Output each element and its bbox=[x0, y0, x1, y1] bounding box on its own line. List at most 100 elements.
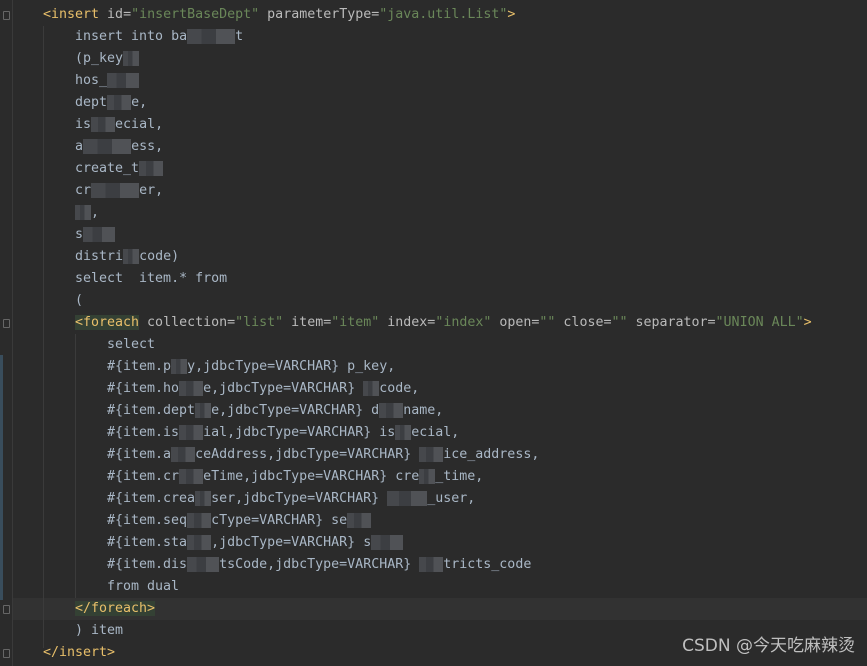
code-text: #{item.cr bbox=[107, 469, 180, 484]
code-text: code, bbox=[379, 381, 420, 396]
code-text: _user, bbox=[427, 491, 476, 506]
code-line[interactable]: a ess, bbox=[75, 136, 163, 158]
code-text: #{item.ho bbox=[107, 381, 180, 396]
code-line[interactable]: select bbox=[107, 334, 155, 356]
attribute-value: "UNION ALL" bbox=[715, 315, 804, 330]
redacted-text bbox=[195, 403, 212, 418]
redacted-text bbox=[83, 139, 132, 154]
redacted-text bbox=[123, 249, 140, 264]
code-line[interactable]: dept e, bbox=[75, 92, 147, 114]
code-line[interactable]: <insert id="insertBaseDept" parameterTyp… bbox=[43, 4, 515, 26]
redacted-text bbox=[419, 557, 444, 572]
code-text: ecial, bbox=[115, 117, 164, 132]
code-text: #{item.dis bbox=[107, 557, 188, 572]
redacted-text bbox=[91, 117, 116, 132]
redacted-text bbox=[363, 381, 380, 396]
redacted-text bbox=[107, 95, 132, 110]
code-text: ial,jdbcType=VARCHAR} is bbox=[203, 425, 396, 440]
code-text: insert into ba bbox=[75, 29, 188, 44]
code-text: ,jdbcType=VARCHAR} s bbox=[211, 535, 372, 550]
redacted-text bbox=[123, 51, 140, 66]
xml-attribute: parameterType= bbox=[259, 7, 380, 22]
code-text: select bbox=[107, 337, 156, 352]
code-line[interactable]: is ecial, bbox=[75, 114, 163, 136]
xml-attribute: id= bbox=[99, 7, 132, 22]
code-text: tricts_code bbox=[443, 557, 532, 572]
code-line[interactable]: select item.* from bbox=[75, 268, 227, 290]
code-line[interactable]: cr er, bbox=[75, 180, 163, 202]
code-line[interactable]: #{item.is ial,jdbcType=VARCHAR} is ecial… bbox=[107, 422, 459, 444]
code-line[interactable]: hos_ bbox=[75, 70, 140, 92]
redacted-text bbox=[107, 73, 140, 88]
xml-attribute: index= bbox=[379, 315, 436, 330]
xml-tag: <foreach bbox=[75, 315, 140, 330]
code-text: ceAddress,jdbcType=VARCHAR} bbox=[195, 447, 420, 462]
code-text: e,jdbcType=VARCHAR} d bbox=[211, 403, 380, 418]
code-line[interactable]: </foreach> bbox=[75, 598, 156, 620]
code-text: cType=VARCHAR} se bbox=[211, 513, 348, 528]
code-line[interactable]: s bbox=[75, 224, 116, 246]
redacted-text bbox=[187, 535, 212, 550]
redacted-text bbox=[419, 447, 444, 462]
xml-tag: </insert> bbox=[43, 645, 116, 660]
attribute-value: "" bbox=[611, 315, 628, 330]
code-line[interactable]: #{item.dis tsCode,jdbcType=VARCHAR} tric… bbox=[107, 554, 531, 576]
code-text: select item.* from bbox=[75, 271, 228, 286]
fold-collapse-icon[interactable] bbox=[3, 319, 10, 328]
indent-guide bbox=[75, 334, 76, 598]
redacted-text bbox=[387, 491, 428, 506]
code-text: cr bbox=[75, 183, 92, 198]
code-line[interactable]: , bbox=[75, 202, 99, 224]
fold-collapse-icon[interactable] bbox=[3, 11, 10, 20]
code-text: _time, bbox=[435, 469, 484, 484]
code-line[interactable]: #{item.crea ser,jdbcType=VARCHAR} _user, bbox=[107, 488, 475, 510]
redacted-text bbox=[195, 491, 212, 506]
redacted-text bbox=[171, 359, 188, 374]
code-text: #{item.seq bbox=[107, 513, 188, 528]
redacted-text bbox=[371, 535, 404, 550]
code-text: tsCode,jdbcType=VARCHAR} bbox=[219, 557, 420, 572]
code-line[interactable]: (p_key bbox=[75, 48, 140, 70]
fold-end-icon[interactable] bbox=[3, 605, 10, 614]
code-line[interactable]: #{item.a ceAddress,jdbcType=VARCHAR} ice… bbox=[107, 444, 539, 466]
code-line[interactable]: distri code) bbox=[75, 246, 179, 268]
xml-tag: </foreach> bbox=[75, 601, 156, 616]
code-line[interactable]: ( bbox=[75, 290, 83, 312]
code-line[interactable]: #{item.sta ,jdbcType=VARCHAR} s bbox=[107, 532, 404, 554]
code-text: eTime,jdbcType=VARCHAR} cre bbox=[203, 469, 420, 484]
fold-end-icon[interactable] bbox=[3, 649, 10, 658]
code-text: code) bbox=[139, 249, 180, 264]
redacted-text bbox=[379, 403, 404, 418]
code-line[interactable]: #{item.p y,jdbcType=VARCHAR} p_key, bbox=[107, 356, 395, 378]
redacted-text bbox=[187, 557, 220, 572]
code-text: #{item.crea bbox=[107, 491, 196, 506]
code-line[interactable]: ) item bbox=[75, 620, 123, 642]
code-text: e,jdbcType=VARCHAR} bbox=[203, 381, 364, 396]
code-text: er, bbox=[139, 183, 164, 198]
code-text: hos_ bbox=[75, 73, 108, 88]
code-text: ess, bbox=[131, 139, 164, 154]
code-text: create_t bbox=[75, 161, 140, 176]
code-text: #{item.a bbox=[107, 447, 172, 462]
code-line[interactable]: #{item.seq cType=VARCHAR} se bbox=[107, 510, 372, 532]
code-line[interactable]: insert into ba t bbox=[75, 26, 243, 48]
code-line[interactable]: create_t bbox=[75, 158, 164, 180]
code-text: t bbox=[235, 29, 244, 44]
redacted-text bbox=[347, 513, 372, 528]
code-text: y,jdbcType=VARCHAR} p_key, bbox=[187, 359, 396, 374]
code-line[interactable]: </insert> bbox=[43, 642, 115, 664]
redacted-text bbox=[75, 205, 92, 220]
vcs-change-marker[interactable] bbox=[0, 355, 3, 600]
xml-attribute: separator= bbox=[627, 315, 716, 330]
code-line[interactable]: <foreach collection="list" item="item" i… bbox=[75, 312, 812, 334]
code-line[interactable]: #{item.cr eTime,jdbcType=VARCHAR} cre _t… bbox=[107, 466, 483, 488]
attribute-value: "item" bbox=[331, 315, 380, 330]
code-text: ecial, bbox=[411, 425, 460, 440]
code-text: #{item.dept bbox=[107, 403, 196, 418]
code-line[interactable]: from dual bbox=[107, 576, 179, 598]
xml-attribute: collection= bbox=[139, 315, 236, 330]
code-text: a bbox=[75, 139, 84, 154]
redacted-text bbox=[187, 513, 212, 528]
code-line[interactable]: #{item.ho e,jdbcType=VARCHAR} code, bbox=[107, 378, 419, 400]
code-line[interactable]: #{item.dept e,jdbcType=VARCHAR} d name, bbox=[107, 400, 443, 422]
